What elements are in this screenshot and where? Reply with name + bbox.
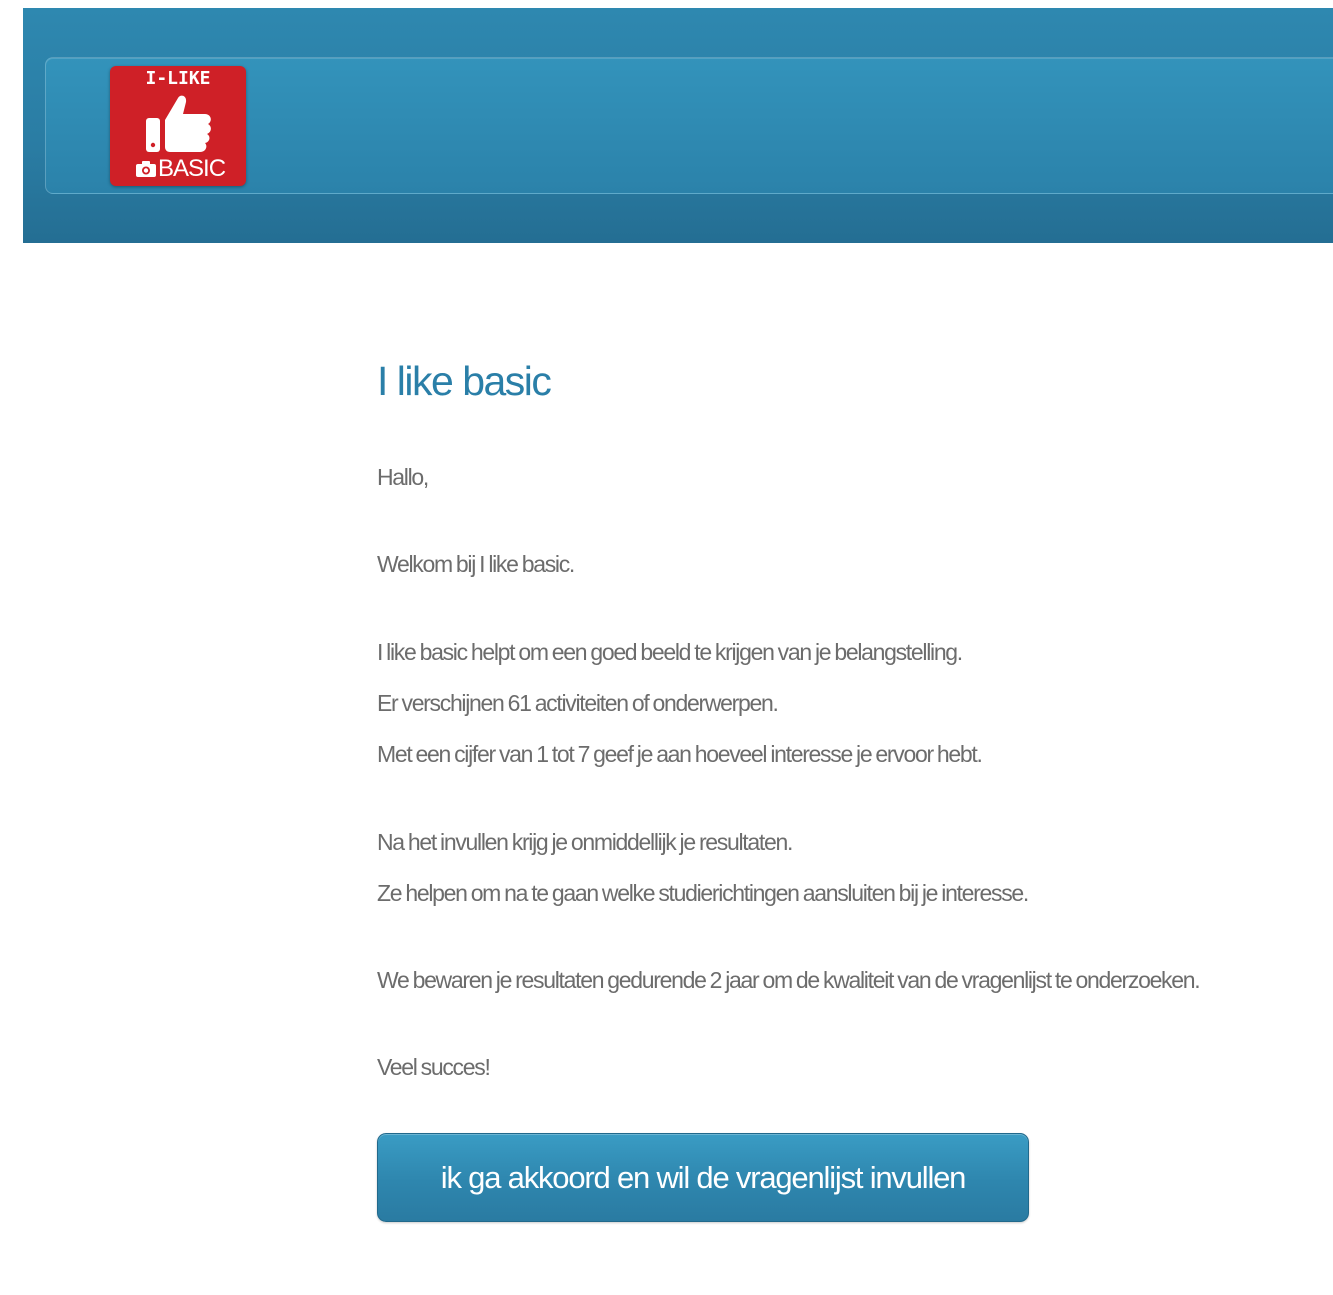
greeting-text: Hallo, [377,464,429,490]
accept-and-start-button[interactable]: ik ga akkoord en wil de vragenlijst invu… [377,1133,1029,1222]
main-content: I like basic Hallo, Welkom bij I like ba… [377,355,1277,1093]
closing-text: Veel succes! [377,1054,491,1080]
logo-top-text: I-LIKE [145,68,211,89]
i-like-basic-logo[interactable]: I-LIKE BASIC [110,66,246,186]
thumbs-up-icon [146,95,211,152]
intro-line-3: Met een cijfer van 1 tot 7 geef je aan h… [377,741,983,767]
page-title: I like basic [377,358,552,404]
intro-line-2: Er verschijnen 61 activiteiten of onderw… [377,690,779,716]
results-line-2: Ze helpen om na te gaan welke studierich… [377,880,1029,906]
retention-text: We bewaren je resultaten gedurende 2 jaa… [377,967,1201,993]
header-bar: I-LIKE BASIC [23,8,1333,243]
results-line-1: Na het invullen krijg je onmiddellijk je… [377,829,793,855]
logo-bottom: BASIC [136,155,226,182]
logo-bottom-text: BASIC [158,155,226,182]
welcome-text: Welkom bij I like basic. [377,551,575,577]
camera-icon [136,161,156,177]
intro-line-1: I like basic helpt om een goed beeld te … [377,639,963,665]
